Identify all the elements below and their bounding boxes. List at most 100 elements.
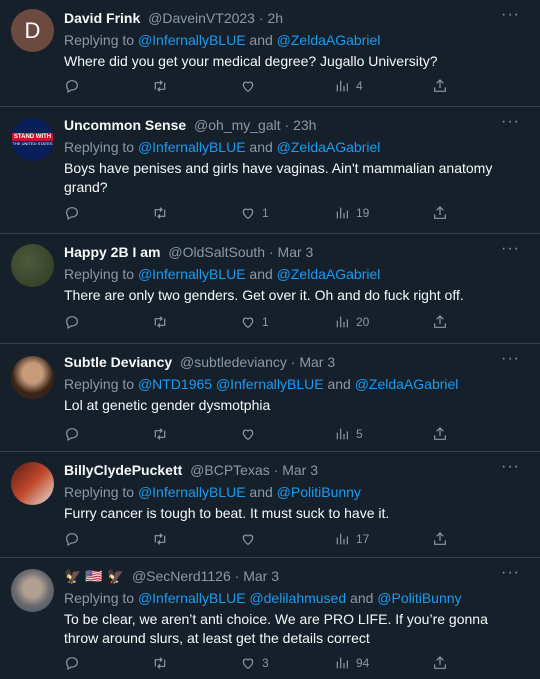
views-button[interactable]: 4: [334, 78, 363, 94]
avatar[interactable]: [11, 462, 54, 505]
mention-link[interactable]: @InfernallyBLUE: [138, 139, 246, 155]
tweet-text: Where did you get your medical degree? J…: [64, 53, 438, 69]
like-button[interactable]: 1: [240, 205, 269, 221]
display-name[interactable]: David Frink: [64, 10, 140, 26]
tweet[interactable]: Happy 2B I am @OldSaltSouth · Mar 3 ··· …: [0, 234, 540, 344]
retweet-button[interactable]: [152, 78, 168, 94]
views-button[interactable]: 19: [334, 205, 369, 221]
handle[interactable]: @OldSaltSouth: [168, 244, 265, 260]
share-button[interactable]: [432, 205, 448, 221]
reply-button[interactable]: [64, 426, 80, 442]
views-button[interactable]: 5: [334, 426, 363, 442]
tweet[interactable]: Subtle Deviancy @subtledeviancy · Mar 3 …: [0, 344, 540, 452]
share-icon: [434, 79, 446, 92]
mention-link[interactable]: @NTD1965: [138, 376, 212, 392]
reply-button[interactable]: [64, 205, 80, 221]
handle[interactable]: @DaveinVT2023: [148, 10, 255, 26]
views-icon: [336, 657, 348, 669]
retweet-button[interactable]: [152, 314, 168, 330]
views-icon: [336, 533, 348, 545]
mention-link[interactable]: @InfernallyBLUE: [138, 266, 246, 282]
more-icon[interactable]: ···: [501, 240, 520, 258]
timestamp[interactable]: 23h: [293, 117, 316, 133]
reply-icon: [66, 657, 78, 671]
views-icon: [336, 80, 348, 92]
share-icon: [434, 206, 446, 219]
retweet-button[interactable]: [152, 205, 168, 221]
avatar[interactable]: [11, 356, 54, 399]
timestamp[interactable]: 2h: [267, 10, 283, 26]
mention-link[interactable]: @ZeldaAGabriel: [355, 376, 459, 392]
handle[interactable]: @oh_my_galt: [194, 117, 281, 133]
like-button[interactable]: 1: [240, 314, 269, 330]
retweet-button[interactable]: [152, 531, 168, 547]
mention-link[interactable]: @delilahmused: [249, 590, 346, 606]
timestamp[interactable]: Mar 3: [282, 462, 318, 478]
handle[interactable]: @subtledeviancy: [180, 354, 287, 370]
mention-link[interactable]: @InfernallyBLUE: [138, 590, 246, 606]
replying-to: Replying to @InfernallyBLUE @delilahmuse…: [64, 590, 462, 606]
mention-link[interactable]: @InfernallyBLUE: [216, 376, 324, 392]
share-button[interactable]: [432, 426, 448, 442]
reply-icon: [66, 428, 78, 442]
timestamp[interactable]: Mar 3: [243, 568, 279, 584]
display-name[interactable]: Uncommon Sense: [64, 117, 186, 133]
mention-link[interactable]: @PolitiBunny: [277, 484, 361, 500]
avatar-text: STAND WITH: [11, 133, 54, 141]
mention-link[interactable]: @ZeldaAGabriel: [277, 32, 381, 48]
retweet-icon: [154, 316, 166, 328]
avatar[interactable]: [11, 569, 54, 612]
separator: ·: [290, 354, 296, 370]
share-button[interactable]: [432, 655, 448, 671]
tweet-header: Uncommon Sense @oh_my_galt · 23h: [64, 117, 316, 133]
tweet-actions: 17: [64, 531, 484, 551]
mention-link[interactable]: @ZeldaAGabriel: [277, 139, 381, 155]
mention-link[interactable]: @InfernallyBLUE: [138, 484, 246, 500]
tweet[interactable]: D David Frink @DaveinVT2023 · 2h ··· Rep…: [0, 0, 540, 107]
share-button[interactable]: [432, 314, 448, 330]
handle[interactable]: @SecNerd1126: [132, 568, 231, 584]
like-button[interactable]: [240, 78, 262, 94]
mention-link[interactable]: @InfernallyBLUE: [138, 32, 246, 48]
display-name[interactable]: Subtle Deviancy: [64, 354, 172, 370]
reply-button[interactable]: [64, 78, 80, 94]
reply-button[interactable]: [64, 655, 80, 671]
mention-link[interactable]: @PolitiBunny: [377, 590, 461, 606]
avatar[interactable]: STAND WITH THE UNITED STATES: [11, 118, 54, 161]
display-name[interactable]: 🦅 🇺🇸 🦅: [64, 568, 124, 584]
retweet-icon: [154, 533, 166, 545]
views-count: 4: [356, 79, 363, 93]
tweet[interactable]: STAND WITH THE UNITED STATES Uncommon Se…: [0, 107, 540, 234]
avatar[interactable]: [11, 244, 54, 287]
like-button[interactable]: [240, 426, 262, 442]
tweet[interactable]: 🦅 🇺🇸 🦅 @SecNerd1126 · Mar 3 ··· Replying…: [0, 558, 540, 679]
display-name[interactable]: BillyClydePuckett: [64, 462, 182, 478]
timestamp[interactable]: Mar 3: [278, 244, 314, 260]
mention-link[interactable]: @ZeldaAGabriel: [277, 266, 381, 282]
retweet-button[interactable]: [152, 655, 168, 671]
like-button[interactable]: [240, 531, 262, 547]
more-icon[interactable]: ···: [501, 564, 520, 582]
like-icon: [242, 81, 254, 93]
like-button[interactable]: 3: [240, 655, 269, 671]
display-name[interactable]: Happy 2B I am: [64, 244, 160, 260]
more-icon[interactable]: ···: [501, 6, 520, 24]
views-button[interactable]: 94: [334, 655, 369, 671]
timestamp[interactable]: Mar 3: [299, 354, 335, 370]
tweet-actions: 3 94: [64, 655, 484, 675]
more-icon[interactable]: ···: [501, 113, 520, 131]
reply-button[interactable]: [64, 314, 80, 330]
more-icon[interactable]: ···: [501, 350, 520, 368]
reply-button[interactable]: [64, 531, 80, 547]
views-button[interactable]: 17: [334, 531, 369, 547]
retweet-button[interactable]: [152, 426, 168, 442]
tweet-text: There are only two genders. Get over it.…: [64, 287, 464, 303]
views-count: 5: [356, 427, 363, 441]
share-button[interactable]: [432, 531, 448, 547]
avatar[interactable]: D: [11, 9, 54, 52]
more-icon[interactable]: ···: [501, 458, 520, 476]
share-button[interactable]: [432, 78, 448, 94]
handle[interactable]: @BCPTexas: [190, 462, 270, 478]
tweet[interactable]: BillyClydePuckett @BCPTexas · Mar 3 ··· …: [0, 452, 540, 558]
views-button[interactable]: 20: [334, 314, 369, 330]
